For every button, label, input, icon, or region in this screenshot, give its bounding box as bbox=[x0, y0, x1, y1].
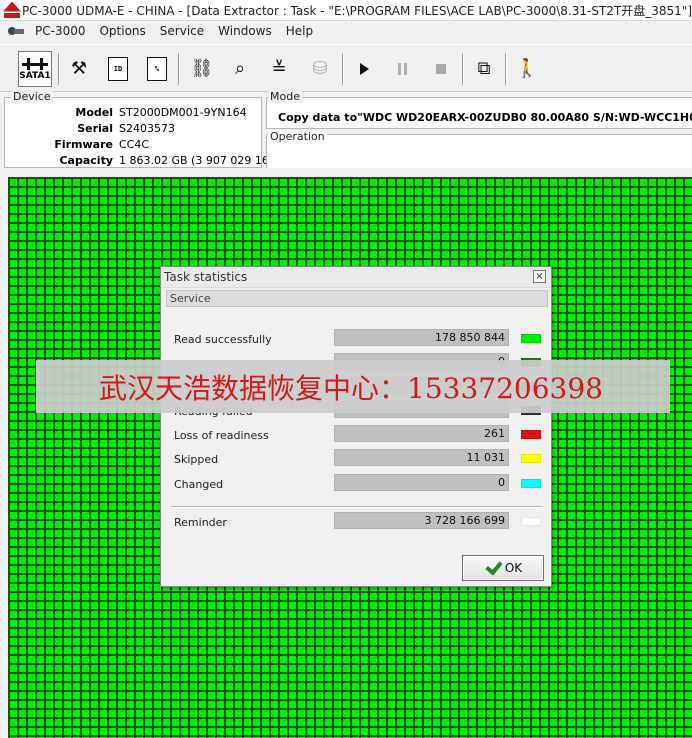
capacity-label: Capacity bbox=[59, 154, 113, 167]
dialog-divider bbox=[171, 506, 543, 508]
stat-color-swatch bbox=[521, 479, 541, 488]
service-section-header: Service bbox=[166, 290, 548, 307]
ok-label: OK bbox=[504, 561, 523, 575]
menu-windows[interactable]: Windows bbox=[211, 24, 279, 38]
disk-tree-button[interactable]: ⛓ bbox=[185, 51, 219, 87]
stat-row-skipped: Skipped 11 031 bbox=[161, 449, 553, 469]
head-map-button[interactable]: ≚ bbox=[262, 51, 296, 87]
tools-icon: ⚒ bbox=[70, 58, 88, 79]
task-statistics-dialog: Task statistics × Service Read successfu… bbox=[160, 266, 552, 587]
device-serial-row: Serial S2403573 bbox=[5, 122, 263, 138]
reminder-label: Reminder bbox=[174, 516, 227, 529]
search-button[interactable]: ⌕ bbox=[223, 51, 257, 87]
device-firmware-row: Firmware CC4C bbox=[5, 138, 263, 154]
stat-row-read-successfully: Read successfully 178 850 844 bbox=[161, 329, 553, 349]
toolbar: SATA1 ⚒ ID % ⛓ ⌕ ≚ ⛁ ⧉ 🚶 bbox=[0, 44, 692, 92]
mode-text: Copy data to"WDC WD20EARX-00ZUDB0 80.00A… bbox=[278, 111, 692, 124]
exit-button[interactable]: 🚶 bbox=[510, 51, 544, 87]
pause-button[interactable] bbox=[385, 51, 419, 87]
stat-label: Changed bbox=[174, 478, 224, 491]
watermark-text: 武汉天浩数据恢复中心：15337206398 bbox=[99, 372, 603, 405]
dialog-title: Task statistics bbox=[164, 270, 248, 284]
toolbar-separator bbox=[505, 53, 507, 85]
firmware-label: Firmware bbox=[54, 138, 113, 151]
reminder-value: 3 728 166 699 bbox=[334, 512, 509, 529]
disk-tree-icon: ⛓ bbox=[190, 58, 214, 79]
checkmark-icon bbox=[484, 560, 500, 576]
operation-panel bbox=[266, 134, 692, 168]
toolbar-separator bbox=[58, 53, 60, 85]
stat-label: Skipped bbox=[174, 453, 219, 466]
toolbar-separator bbox=[178, 53, 180, 85]
stat-row-loss-of-readiness: Loss of readiness 261 bbox=[161, 425, 553, 445]
device-panel: Device Model ST2000DM001-9YN164 Serial S… bbox=[4, 90, 280, 170]
head-map-icon: ≚ bbox=[271, 58, 287, 79]
play-icon bbox=[359, 63, 369, 75]
ok-button[interactable]: OK bbox=[462, 555, 544, 581]
toolbar-separator bbox=[462, 53, 464, 85]
serial-value: S2403573 bbox=[119, 122, 175, 135]
menu-service[interactable]: Service bbox=[153, 24, 211, 38]
watermark-banner: 武汉天浩数据恢复中心：15337206398 bbox=[36, 360, 670, 413]
copy-list-icon: ⧉ bbox=[477, 58, 491, 79]
toolbar-separator bbox=[342, 53, 344, 85]
stop-icon bbox=[436, 64, 446, 74]
menu-options[interactable]: Options bbox=[92, 24, 152, 38]
id-button[interactable]: ID bbox=[101, 51, 135, 87]
dialog-title-bar: Task statistics × bbox=[161, 267, 551, 288]
id-document-icon: ID bbox=[108, 57, 128, 81]
stat-label: Loss of readiness bbox=[174, 429, 269, 442]
stat-color-swatch bbox=[521, 454, 541, 463]
stat-value: 0 bbox=[334, 474, 509, 491]
exit-icon: 🚶 bbox=[515, 58, 539, 79]
mode-panel: Copy data to"WDC WD20EARX-00ZUDB0 80.00A… bbox=[266, 97, 692, 129]
menu-pc3000[interactable]: PC-3000 bbox=[28, 24, 92, 38]
menu-help[interactable]: Help bbox=[279, 24, 320, 38]
system-menu-icon[interactable] bbox=[8, 25, 24, 37]
copy-list-button[interactable]: ⧉ bbox=[467, 51, 501, 87]
mode-caption: Mode bbox=[268, 90, 302, 103]
window-title: PC-3000 UDMA-E - CHINA - [Data Extractor… bbox=[21, 3, 692, 18]
sata-port-button[interactable]: SATA1 bbox=[18, 51, 52, 87]
device-model-row: Model ST2000DM001-9YN164 bbox=[5, 106, 263, 122]
app-logo-icon bbox=[3, 1, 21, 19]
stat-label: Read successfully bbox=[174, 333, 272, 346]
database-button[interactable]: ⛁ bbox=[303, 51, 337, 87]
percent-document-icon: % bbox=[147, 57, 167, 81]
device-caption: Device bbox=[11, 90, 53, 103]
device-capacity-row: Capacity 1 863.02 GB (3 907 029 167) bbox=[5, 154, 280, 170]
binoculars-icon: ⌕ bbox=[234, 58, 246, 79]
sata-port-label: SATA1 bbox=[19, 70, 51, 81]
reminder-color-swatch bbox=[521, 517, 541, 526]
stat-value: 11 031 bbox=[334, 449, 509, 466]
percent-button[interactable]: % bbox=[140, 51, 174, 87]
firmware-value: CC4C bbox=[119, 138, 150, 151]
tools-button[interactable]: ⚒ bbox=[62, 51, 96, 87]
menu-bar: PC-3000 Options Service Windows Help bbox=[0, 21, 692, 41]
stat-color-swatch bbox=[521, 334, 541, 343]
stat-color-swatch bbox=[521, 430, 541, 439]
operation-caption: Operation bbox=[268, 130, 327, 143]
model-label: Model bbox=[75, 106, 113, 119]
serial-label: Serial bbox=[77, 122, 113, 135]
stat-row-reminder: Reminder 3 728 166 699 bbox=[161, 512, 553, 532]
service-label: Service bbox=[170, 292, 211, 305]
model-value: ST2000DM001-9YN164 bbox=[119, 106, 247, 119]
stat-value: 178 850 844 bbox=[334, 329, 509, 346]
sata-connector-icon bbox=[22, 57, 48, 70]
close-icon[interactable]: × bbox=[533, 270, 546, 283]
stat-row-changed: Changed 0 bbox=[161, 474, 553, 494]
title-bar: PC-3000 UDMA-E - CHINA - [Data Extractor… bbox=[0, 0, 692, 21]
stat-value: 261 bbox=[334, 425, 509, 442]
pause-icon bbox=[397, 63, 407, 75]
capacity-value: 1 863.02 GB (3 907 029 167) bbox=[119, 154, 281, 167]
database-icon: ⛁ bbox=[312, 58, 328, 79]
stop-button[interactable] bbox=[424, 51, 458, 87]
start-button[interactable] bbox=[347, 51, 381, 87]
